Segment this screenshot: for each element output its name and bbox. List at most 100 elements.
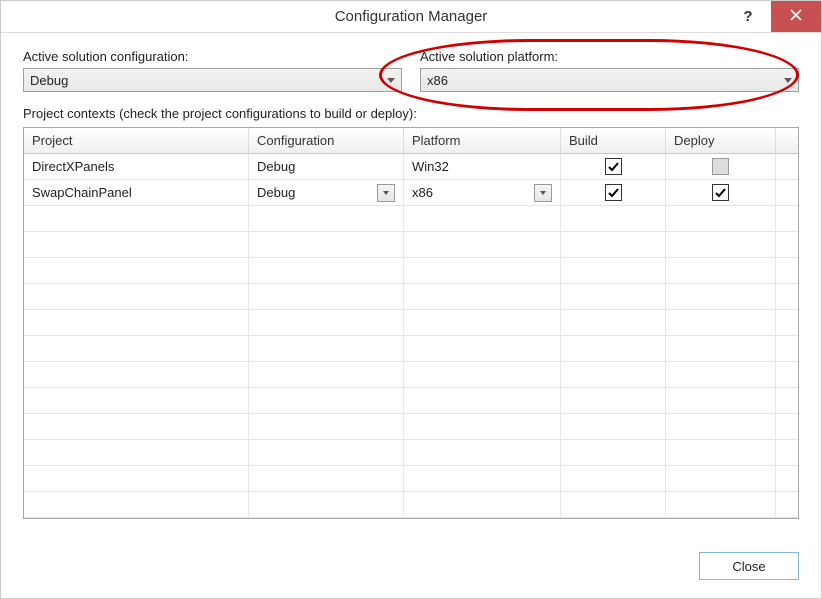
cell-empty [561, 206, 666, 231]
project-contexts-grid: Project Configuration Platform Build Dep… [23, 127, 799, 519]
table-row-empty [24, 336, 798, 362]
table-row-empty [24, 388, 798, 414]
col-header-platform[interactable]: Platform [404, 128, 561, 153]
cell-platform[interactable]: x86 [404, 180, 561, 205]
grid-header: Project Configuration Platform Build Dep… [24, 128, 798, 154]
cell-empty [249, 258, 404, 283]
build-checkbox[interactable] [605, 158, 622, 175]
cell-empty [666, 310, 776, 335]
cell-empty [249, 466, 404, 491]
help-button[interactable]: ? [725, 1, 771, 32]
cell-empty [249, 492, 404, 517]
cell-empty [561, 362, 666, 387]
cell-empty [249, 362, 404, 387]
cell-empty [404, 310, 561, 335]
cell-empty [561, 284, 666, 309]
cell-empty [24, 206, 249, 231]
active-platform-label: Active solution platform: [420, 49, 799, 64]
cell-empty [404, 492, 561, 517]
cell-empty [24, 466, 249, 491]
close-icon [790, 9, 802, 24]
cell-project: SwapChainPanel [24, 180, 249, 205]
chevron-down-icon [387, 78, 395, 83]
table-row-empty [24, 232, 798, 258]
cell-empty [404, 232, 561, 257]
dialog-content: Active solution configuration: Debug Act… [1, 33, 821, 535]
cell-empty [561, 492, 666, 517]
cell-deploy [666, 180, 776, 205]
cell-empty [24, 388, 249, 413]
cell-platform-dropdown[interactable] [534, 184, 552, 202]
dialog-footer: Close [699, 552, 799, 580]
table-row-empty [24, 440, 798, 466]
deploy-checkbox[interactable] [712, 184, 729, 201]
cell-empty [404, 206, 561, 231]
cell-empty [24, 492, 249, 517]
cell-empty [24, 310, 249, 335]
col-header-configuration[interactable]: Configuration [249, 128, 404, 153]
active-platform-field: Active solution platform: x86 [420, 49, 799, 92]
help-icon: ? [743, 8, 752, 25]
col-header-build[interactable]: Build [561, 128, 666, 153]
dialog-title: Configuration Manager [1, 8, 821, 25]
col-header-project[interactable]: Project [24, 128, 249, 153]
col-header-deploy[interactable]: Deploy [666, 128, 776, 153]
table-row: SwapChainPanelDebugx86 [24, 180, 798, 206]
title-bar: Configuration Manager ? [1, 1, 821, 33]
cell-empty [404, 466, 561, 491]
active-config-field: Active solution configuration: Debug [23, 49, 402, 92]
table-row-empty [24, 310, 798, 336]
build-checkbox[interactable] [605, 184, 622, 201]
table-row-empty [24, 466, 798, 492]
close-button[interactable]: Close [699, 552, 799, 580]
cell-configuration[interactable]: Debug [249, 154, 404, 179]
titlebar-buttons: ? [725, 1, 821, 32]
active-config-value: Debug [30, 73, 387, 88]
cell-empty [666, 258, 776, 283]
cell-empty [24, 362, 249, 387]
window-close-button[interactable] [771, 1, 821, 32]
cell-empty [249, 414, 404, 439]
cell-empty [561, 336, 666, 361]
cell-configuration-value: Debug [257, 159, 395, 174]
cell-empty [404, 440, 561, 465]
cell-empty [24, 440, 249, 465]
cell-empty [404, 284, 561, 309]
cell-empty [666, 232, 776, 257]
cell-empty [666, 362, 776, 387]
cell-configuration-dropdown[interactable] [377, 184, 395, 202]
cell-platform[interactable]: Win32 [404, 154, 561, 179]
cell-empty [24, 258, 249, 283]
cell-empty [404, 336, 561, 361]
cell-deploy [666, 154, 776, 179]
table-row-empty [24, 206, 798, 232]
deploy-checkbox [712, 158, 729, 175]
table-row-empty [24, 492, 798, 518]
cell-empty [666, 388, 776, 413]
table-row-empty [24, 362, 798, 388]
cell-empty [249, 206, 404, 231]
active-config-dropdown[interactable]: Debug [23, 68, 402, 92]
solution-selectors: Active solution configuration: Debug Act… [23, 49, 799, 92]
chevron-down-icon [784, 78, 792, 83]
cell-empty [404, 258, 561, 283]
cell-empty [249, 336, 404, 361]
active-config-label: Active solution configuration: [23, 49, 402, 64]
cell-empty [249, 440, 404, 465]
active-platform-dropdown[interactable]: x86 [420, 68, 799, 92]
chevron-down-icon [540, 191, 546, 195]
cell-empty [666, 492, 776, 517]
cell-empty [666, 206, 776, 231]
cell-project: DirectXPanels [24, 154, 249, 179]
cell-empty [561, 414, 666, 439]
cell-platform-value: Win32 [412, 159, 552, 174]
cell-configuration[interactable]: Debug [249, 180, 404, 205]
cell-empty [666, 466, 776, 491]
cell-build [561, 154, 666, 179]
cell-empty [249, 284, 404, 309]
cell-build [561, 180, 666, 205]
cell-empty [24, 336, 249, 361]
close-button-label: Close [732, 559, 765, 574]
cell-empty [24, 284, 249, 309]
cell-empty [561, 388, 666, 413]
